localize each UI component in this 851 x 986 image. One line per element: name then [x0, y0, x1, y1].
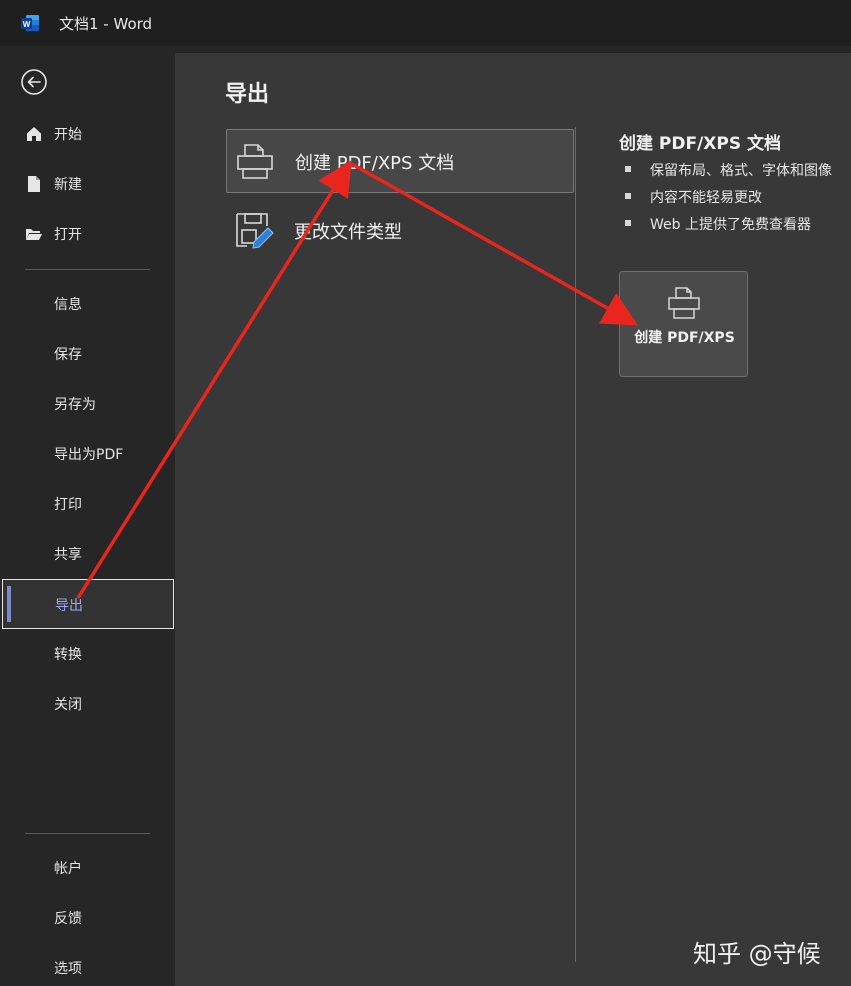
- sidebar-item-options[interactable]: 选项: [0, 947, 175, 986]
- sidebar-item-label: 共享: [54, 547, 82, 563]
- sidebar-item-label: 另存为: [54, 397, 96, 413]
- sidebar-item-close[interactable]: 关闭: [0, 683, 175, 723]
- sidebar-item-label: 导出为PDF: [54, 447, 124, 463]
- create-pdf-xps-button-label: 创建 PDF/XPS: [634, 330, 735, 346]
- file-type-edit-icon: [236, 213, 274, 249]
- export-pane: 导出 创建 PDF/XPS 文档 更改文件类型 创建 PDF/XPS 文档 保留…: [175, 53, 851, 986]
- sidebar-item-label: 信息: [54, 297, 82, 313]
- sidebar-item-label: 开始: [54, 127, 82, 143]
- option-label: 更改文件类型: [294, 222, 402, 243]
- folder-open-icon: [26, 229, 42, 240]
- sidebar-item-export-pdf[interactable]: 导出为PDF: [0, 433, 175, 473]
- sidebar-item-share[interactable]: 共享: [0, 533, 175, 573]
- detail-bullet: Web 上提供了免费查看器: [622, 212, 832, 239]
- option-change-file-type[interactable]: 更改文件类型: [226, 199, 574, 263]
- option-create-pdf-xps[interactable]: 创建 PDF/XPS 文档: [226, 129, 574, 193]
- backstage-sidebar: 开始 新建 打开 信息 保存 另存为 导出为PDF 打印 共享 导出 转换 关闭…: [0, 46, 175, 986]
- sidebar-item-save[interactable]: 保存: [0, 333, 175, 373]
- new-document-icon: [28, 176, 40, 192]
- home-icon: [27, 127, 41, 141]
- back-arrow-icon[interactable]: [20, 68, 48, 96]
- sidebar-item-print[interactable]: 打印: [0, 483, 175, 523]
- title-bar: W 文档1 - Word: [0, 0, 851, 46]
- sidebar-item-label: 打印: [54, 497, 82, 513]
- sidebar-item-account[interactable]: 帐户: [0, 847, 175, 887]
- sidebar-divider: [25, 269, 150, 270]
- sidebar-item-label: 打开: [54, 227, 82, 243]
- sidebar-item-label: 选项: [54, 961, 82, 977]
- sidebar-item-label: 导出: [55, 598, 83, 614]
- detail-title: 创建 PDF/XPS 文档: [619, 134, 782, 154]
- watermark: 知乎 @守候: [693, 940, 821, 968]
- sidebar-item-transform[interactable]: 转换: [0, 633, 175, 673]
- word-app-icon: W: [21, 15, 39, 31]
- sidebar-item-home[interactable]: 开始: [0, 113, 175, 153]
- sidebar-item-new[interactable]: 新建: [0, 163, 175, 203]
- window-title: 文档1 - Word: [59, 15, 153, 33]
- detail-bullet: 保留布局、格式、字体和图像: [622, 158, 832, 185]
- sidebar-item-label: 帐户: [54, 861, 82, 877]
- printer-icon: [668, 287, 700, 319]
- sidebar-item-save-as[interactable]: 另存为: [0, 383, 175, 423]
- option-label: 创建 PDF/XPS 文档: [295, 153, 455, 174]
- detail-bullet: 内容不能轻易更改: [622, 185, 832, 212]
- sidebar-item-label: 保存: [54, 347, 82, 363]
- sidebar-item-label: 关闭: [54, 697, 82, 713]
- sidebar-item-label: 反馈: [54, 911, 82, 927]
- create-pdf-xps-button[interactable]: 创建 PDF/XPS: [619, 271, 748, 377]
- sidebar-item-open[interactable]: 打开: [0, 213, 175, 253]
- page-title: 导出: [225, 82, 270, 107]
- svg-text:W: W: [23, 20, 31, 29]
- printer-document-icon: [237, 144, 273, 179]
- selected-indicator: [7, 586, 11, 622]
- pane-separator: [575, 127, 576, 962]
- sidebar-divider: [25, 833, 150, 834]
- detail-bullet-list: 保留布局、格式、字体和图像 内容不能轻易更改 Web 上提供了免费查看器: [622, 158, 832, 239]
- sidebar-item-feedback[interactable]: 反馈: [0, 897, 175, 937]
- sidebar-item-export[interactable]: 导出: [2, 579, 174, 629]
- sidebar-item-info[interactable]: 信息: [0, 283, 175, 323]
- sidebar-item-label: 转换: [54, 647, 82, 663]
- sidebar-item-label: 新建: [54, 177, 82, 193]
